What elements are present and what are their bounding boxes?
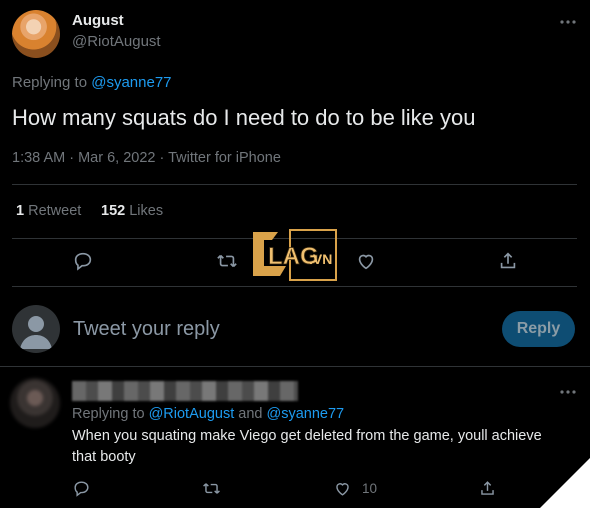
reply-likes-count: 10 (362, 481, 378, 496)
divider (12, 286, 577, 287)
replying-handle-link[interactable]: @syanne77 (91, 74, 171, 91)
author-handle[interactable]: @RiotAugust (72, 33, 161, 50)
reply-replying-prefix: Replying to (72, 406, 149, 422)
likes-count: 152 (101, 203, 126, 219)
like-icon[interactable] (355, 250, 377, 272)
more-icon[interactable] (558, 382, 578, 402)
retweets-count: 1 (16, 203, 25, 219)
reply-text-line-1: When you squating make Viego get deleted… (72, 428, 542, 444)
share-icon[interactable] (478, 479, 497, 498)
retweets-stat[interactable]: 1 Retweet (16, 203, 81, 219)
reply-conjunction: and (234, 406, 267, 422)
watermark-suffix: .VN (309, 251, 332, 267)
corner-overlay (540, 458, 590, 508)
likes-label: Likes (129, 203, 164, 219)
reply-like-group[interactable]: 10 (333, 479, 377, 498)
retweet-icon[interactable] (216, 250, 238, 272)
reply-handle-link-2[interactable]: @syanne77 (266, 406, 344, 422)
more-icon[interactable] (558, 12, 578, 32)
reply-icon[interactable] (72, 479, 91, 498)
divider (12, 184, 577, 185)
reply-text-line-2: that booty (72, 449, 136, 465)
reply-author-name-redacted (72, 381, 298, 401)
reply-handle-link-1[interactable]: @RiotAugust (149, 406, 235, 422)
author-name[interactable]: August (72, 12, 124, 29)
retweet-icon[interactable] (202, 479, 221, 498)
replying-to: Replying to @syanne77 (12, 74, 172, 91)
author-avatar[interactable] (12, 10, 60, 58)
replying-prefix: Replying to (12, 74, 92, 91)
divider (0, 366, 590, 367)
lagvn-watermark: LAG .VN (250, 226, 340, 284)
retweets-label: Retweet (28, 203, 82, 219)
reply-author-avatar[interactable] (10, 378, 60, 428)
reply-input[interactable]: Tweet your reply (73, 318, 473, 341)
user-avatar (12, 305, 60, 353)
reply-replying-to: Replying to @RiotAugust and @syanne77 (72, 406, 344, 422)
tweet-text: How many squats do I need to do to be li… (12, 105, 476, 130)
likes-stat[interactable]: 152 Likes (101, 203, 163, 219)
reply-button[interactable]: Reply (502, 311, 575, 347)
share-icon[interactable] (497, 250, 519, 272)
like-icon[interactable] (333, 479, 352, 498)
reply-icon[interactable] (72, 250, 94, 272)
tweet-meta: 1:38 AM · Mar 6, 2022 · Twitter for iPho… (12, 150, 281, 166)
